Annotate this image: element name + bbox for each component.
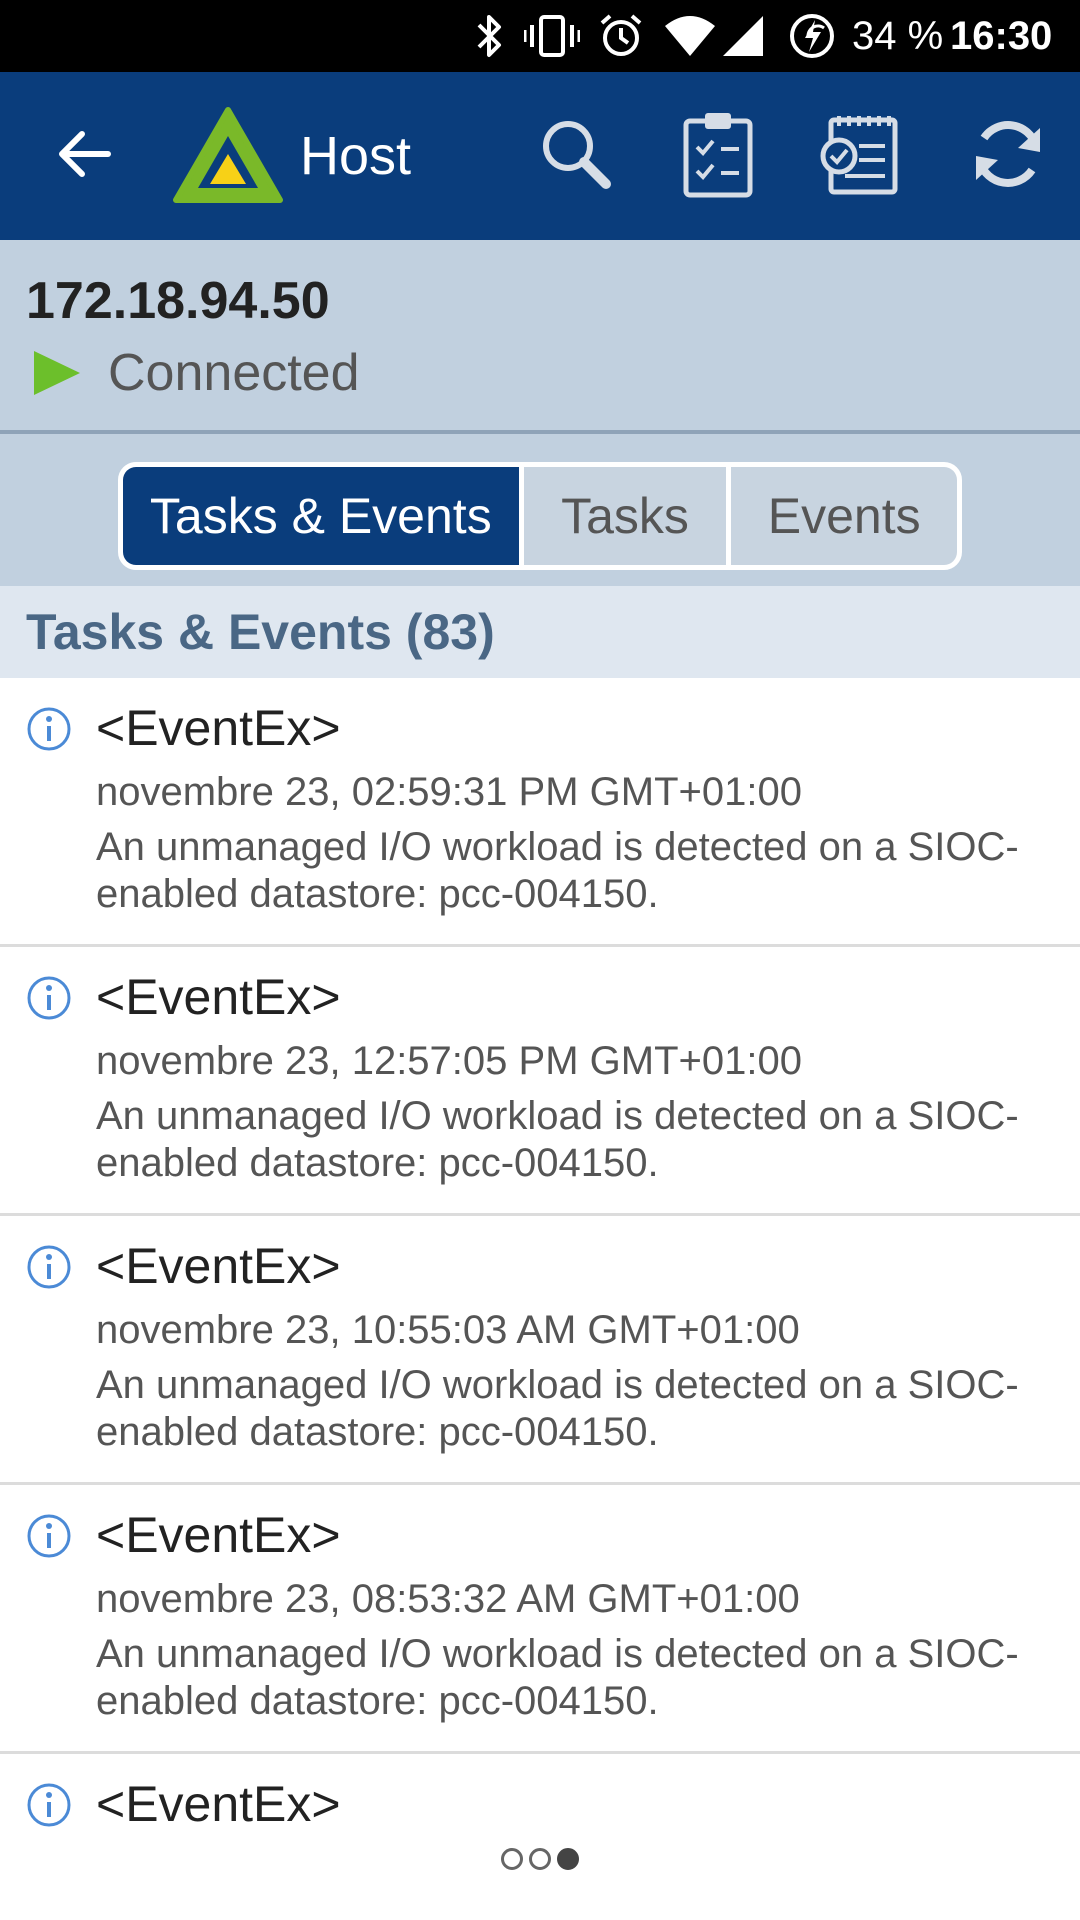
info-icon xyxy=(26,706,72,757)
info-icon xyxy=(26,1513,72,1564)
page-title: Host xyxy=(300,126,412,186)
vibrate-icon xyxy=(522,10,582,62)
page-indicator xyxy=(0,1848,1080,1872)
event-title: <EventEx> xyxy=(96,1776,341,1832)
segmented-tabs: Tasks & Events Tasks Events xyxy=(118,462,962,570)
refresh-icon xyxy=(970,116,1046,197)
tab-tasks[interactable]: Tasks xyxy=(523,467,727,565)
list-item[interactable]: <EventEx> novembre 23, 12:57:05 PM GMT+0… xyxy=(0,947,1080,1216)
clock: 16:30 xyxy=(950,14,1053,58)
clipboard-check-icon xyxy=(681,109,755,204)
info-icon xyxy=(26,1782,72,1833)
event-description: An unmanaged I/O workload is detected on… xyxy=(96,825,1019,916)
connected-status-icon xyxy=(30,348,84,403)
host-ip: 172.18.94.50 xyxy=(26,272,330,330)
event-list[interactable]: <EventEx> novembre 23, 02:59:31 PM GMT+0… xyxy=(0,678,1080,1874)
refresh-button[interactable] xyxy=(948,96,1068,216)
tab-tasks-events[interactable]: Tasks & Events xyxy=(123,467,519,565)
tasks-button[interactable] xyxy=(658,96,778,216)
search-button[interactable] xyxy=(516,96,636,216)
back-icon xyxy=(56,129,112,184)
search-icon xyxy=(538,116,614,197)
event-title: <EventEx> xyxy=(96,969,341,1025)
app-bar: Host xyxy=(0,72,1080,240)
section-header: Tasks & Events (83) xyxy=(0,586,1080,678)
page-dot[interactable] xyxy=(529,1848,551,1870)
battery-percentage: 34 % xyxy=(852,14,944,58)
alarm-icon xyxy=(596,10,646,62)
page-dot[interactable] xyxy=(501,1848,523,1870)
cellular-signal-icon xyxy=(720,10,766,62)
status-bar: 34 % 16:30 xyxy=(0,0,1080,72)
tab-bar-area: Tasks & Events Tasks Events xyxy=(0,434,1080,586)
app-logo xyxy=(172,106,284,209)
list-item[interactable]: <EventEx> novembre 23, 10:55:03 AM GMT+0… xyxy=(0,1216,1080,1485)
page-dot-active[interactable] xyxy=(557,1848,579,1870)
event-title: <EventEx> xyxy=(96,700,341,756)
bluetooth-icon xyxy=(470,10,510,62)
event-date: novembre 23, 10:55:03 AM GMT+01:00 xyxy=(96,1308,800,1352)
event-title: <EventEx> xyxy=(96,1507,341,1563)
event-description: An unmanaged I/O workload is detected on… xyxy=(96,1363,1019,1454)
info-icon xyxy=(26,975,72,1026)
event-description: An unmanaged I/O workload is detected on… xyxy=(96,1094,1019,1185)
tab-events[interactable]: Events xyxy=(731,467,957,565)
event-description: An unmanaged I/O workload is detected on… xyxy=(96,1632,1019,1723)
wifi-icon xyxy=(662,10,718,62)
host-header: 172.18.94.50 Connected xyxy=(0,240,1080,434)
events-button[interactable] xyxy=(798,96,918,216)
list-item[interactable]: <EventEx> novembre 23, 08:53:32 AM GMT+0… xyxy=(0,1485,1080,1754)
list-item[interactable]: <EventEx> novembre 23, 02:59:31 PM GMT+0… xyxy=(0,678,1080,947)
battery-charging-icon xyxy=(786,10,838,62)
back-button[interactable] xyxy=(24,96,144,216)
section-title: Tasks & Events (83) xyxy=(26,604,495,660)
connection-status: Connected xyxy=(108,344,360,402)
event-title: <EventEx> xyxy=(96,1238,341,1294)
event-date: novembre 23, 08:53:32 AM GMT+01:00 xyxy=(96,1577,800,1621)
event-date: novembre 23, 12:57:05 PM GMT+01:00 xyxy=(96,1039,802,1083)
info-icon xyxy=(26,1244,72,1295)
notepad-check-icon xyxy=(817,112,899,201)
event-date: novembre 23, 02:59:31 PM GMT+01:00 xyxy=(96,770,802,814)
